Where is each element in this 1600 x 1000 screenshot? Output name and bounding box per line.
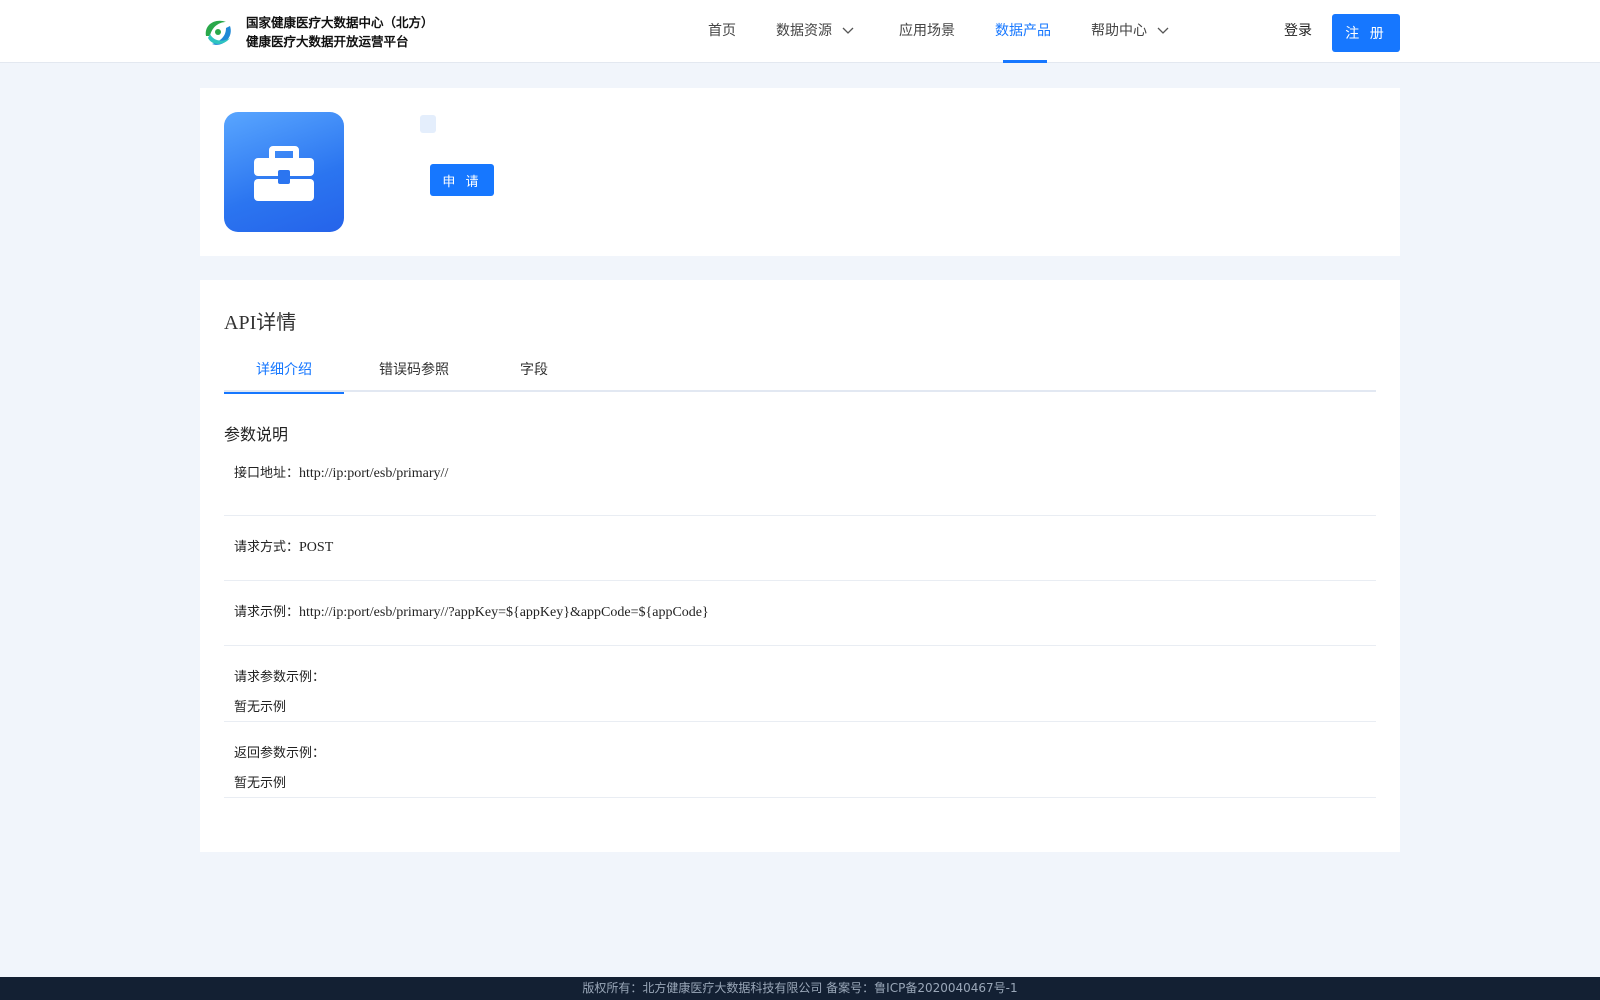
param-row-method: 请求方式：POST	[224, 516, 1376, 581]
param-value: 暂无示例	[234, 700, 287, 715]
product-tag-placeholder	[420, 115, 436, 133]
nav-data-products-label: 数据产品	[995, 23, 1051, 39]
brand-line-2: 健康医疗大数据开放运营平台	[246, 34, 409, 49]
nav-data-resources[interactable]: 数据资源	[776, 0, 854, 63]
nav-app-scenarios[interactable]: 应用场景	[899, 0, 955, 63]
param-value: http://ip:port/esb/primary//	[299, 466, 449, 481]
chevron-down-icon	[842, 27, 854, 34]
param-row-response-example: 返回参数示例： 暂无示例	[224, 722, 1376, 798]
login-link[interactable]: 登录	[1284, 20, 1312, 40]
param-label: 请求示例：	[234, 605, 300, 620]
param-label: 返回参数示例：	[234, 746, 326, 761]
nav-app-scenarios-label: 应用场景	[899, 23, 955, 39]
params-heading: 参数说明	[224, 425, 289, 444]
tab-details[interactable]: 详细介绍	[224, 352, 344, 394]
top-header: 国家健康医疗大数据中心（北方） 健康医疗大数据开放运营平台 首页 数据资源 应用…	[0, 0, 1600, 63]
param-row-request-example: 请求参数示例： 暂无示例	[224, 646, 1376, 722]
register-button[interactable]: 注 册	[1332, 14, 1400, 52]
chevron-down-icon	[1157, 27, 1169, 34]
tab-error-codes[interactable]: 错误码参照	[354, 352, 474, 392]
nav-home-label: 首页	[708, 23, 736, 39]
nav-help-center-label: 帮助中心	[1091, 23, 1147, 39]
brand-title[interactable]: 国家健康医疗大数据中心（北方） 健康医疗大数据开放运营平台	[246, 13, 434, 51]
param-row-example: 请求示例：http://ip:port/esb/primary//?appKey…	[224, 581, 1376, 646]
brand-logo-icon[interactable]	[200, 14, 236, 50]
api-tabs: 详细介绍 错误码参照 字段	[224, 352, 1376, 394]
nav-home[interactable]: 首页	[708, 0, 736, 63]
apply-button[interactable]: 申 请	[430, 164, 494, 196]
param-value: 暂无示例	[234, 776, 287, 791]
nav-data-products[interactable]: 数据产品	[995, 0, 1055, 63]
nav-data-resources-label: 数据资源	[776, 23, 832, 39]
brand-line-1: 国家健康医疗大数据中心（北方）	[246, 15, 434, 30]
nav-help-center[interactable]: 帮助中心	[1091, 0, 1169, 63]
api-details-card: API详情 详细介绍 错误码参照 字段 参数说明 接口地址：http://ip:…	[200, 280, 1400, 852]
param-value: http://ip:port/esb/primary//?appKey=${ap…	[299, 605, 709, 620]
param-row-endpoint: 接口地址：http://ip:port/esb/primary//	[224, 462, 1376, 516]
tab-fields[interactable]: 字段	[474, 352, 594, 392]
param-label: 请求参数示例：	[234, 670, 326, 685]
product-card: 申 请	[200, 88, 1400, 256]
param-label: 接口地址：	[234, 466, 300, 481]
param-value: POST	[299, 540, 334, 555]
product-thumbnail	[224, 112, 344, 232]
footer-copyright: 版权所有：北方健康医疗大数据科技有限公司 备案号：鲁ICP备2020040467…	[0, 977, 1600, 1000]
param-label: 请求方式：	[234, 540, 300, 555]
briefcase-icon	[254, 146, 314, 201]
api-details-title: API详情	[224, 312, 297, 334]
